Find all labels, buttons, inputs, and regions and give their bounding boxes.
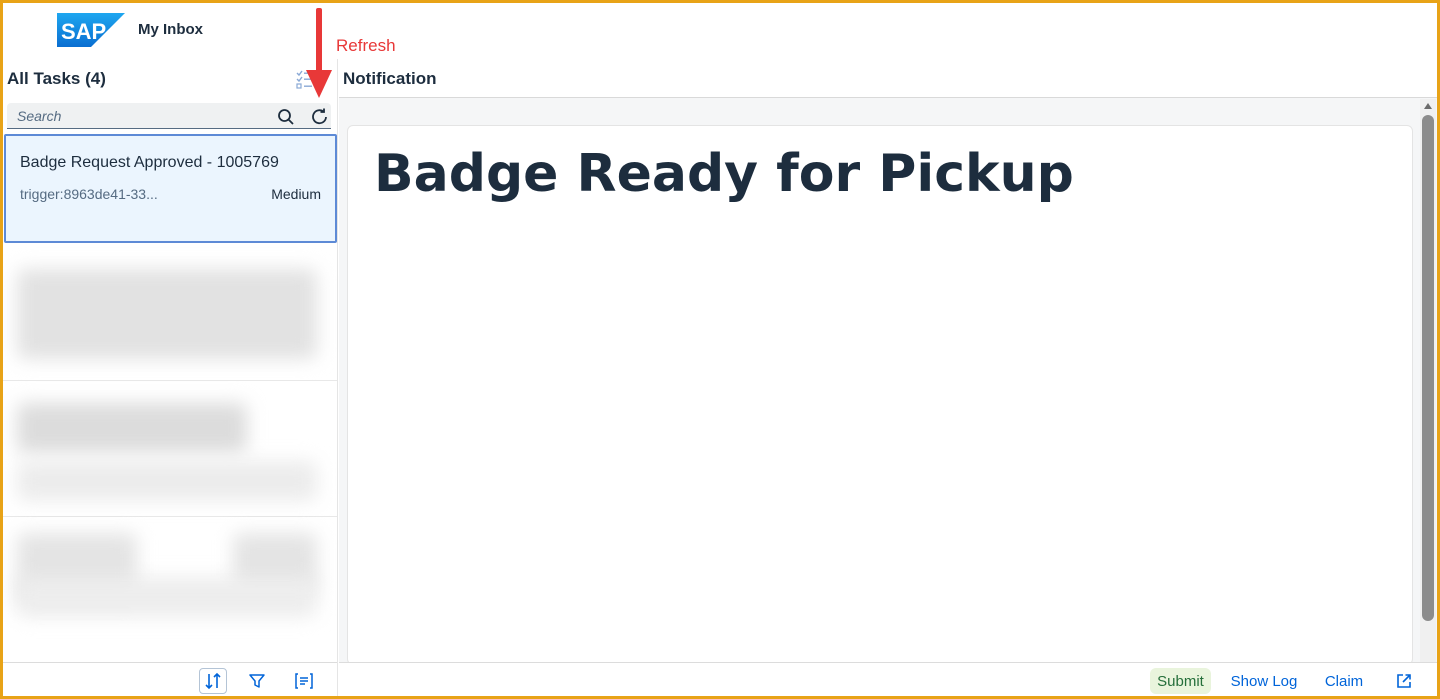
- task-priority: Medium: [271, 186, 321, 202]
- list-item[interactable]: [3, 249, 337, 381]
- sap-logo[interactable]: SAP: [57, 13, 125, 47]
- notification-heading: Badge Ready for Pickup: [374, 144, 1074, 204]
- list-item[interactable]: [3, 381, 337, 517]
- scroll-thumb[interactable]: [1422, 115, 1434, 621]
- master-panel: All Tasks (4) Badge Request Approved - 1…: [3, 59, 338, 696]
- refresh-icon[interactable]: [310, 107, 330, 127]
- task-subtitle: trigger:8963de41-33...: [20, 186, 158, 202]
- search-icon[interactable]: [277, 108, 295, 126]
- open-in-new-window-button[interactable]: [1392, 668, 1416, 694]
- task-title: Badge Request Approved - 1005769: [20, 154, 279, 171]
- open-in-new-window-icon: [1397, 674, 1411, 688]
- app-title: My Inbox: [138, 21, 204, 38]
- scroll-up-arrow-icon[interactable]: [1424, 103, 1432, 109]
- annotation-arrow-icon: [306, 8, 332, 98]
- sort-button[interactable]: [199, 668, 227, 694]
- claim-button[interactable]: Claim: [1323, 668, 1365, 694]
- master-footer-toolbar: [3, 662, 337, 696]
- sap-logo-text: SAP: [61, 19, 106, 44]
- sort-icon: [205, 672, 221, 690]
- annotation-label: Refresh: [336, 36, 396, 55]
- detail-panel: Notification Badge Ready for Pickup Subm…: [339, 59, 1437, 696]
- filter-button[interactable]: [243, 668, 271, 694]
- detail-title: Notification: [343, 69, 437, 88]
- search-bar: [7, 103, 331, 129]
- redacted-task-list: [3, 249, 337, 663]
- group-button[interactable]: [290, 668, 318, 694]
- shell-header: SAP My Inbox: [3, 3, 1437, 59]
- vertical-scrollbar[interactable]: [1420, 99, 1436, 662]
- task-list-item-selected[interactable]: Badge Request Approved - 1005769 trigger…: [4, 134, 337, 243]
- filter-icon: [249, 674, 265, 688]
- show-log-button[interactable]: Show Log: [1229, 668, 1299, 694]
- submit-button[interactable]: Submit: [1150, 668, 1211, 694]
- search-input[interactable]: [17, 107, 257, 125]
- notification-content: Badge Ready for Pickup: [347, 125, 1413, 665]
- group-icon: [295, 673, 313, 689]
- master-title: All Tasks (4): [7, 69, 106, 88]
- detail-header: Notification: [339, 59, 1437, 98]
- list-item[interactable]: [3, 517, 337, 631]
- detail-footer-toolbar: Submit Show Log Claim: [339, 662, 1437, 696]
